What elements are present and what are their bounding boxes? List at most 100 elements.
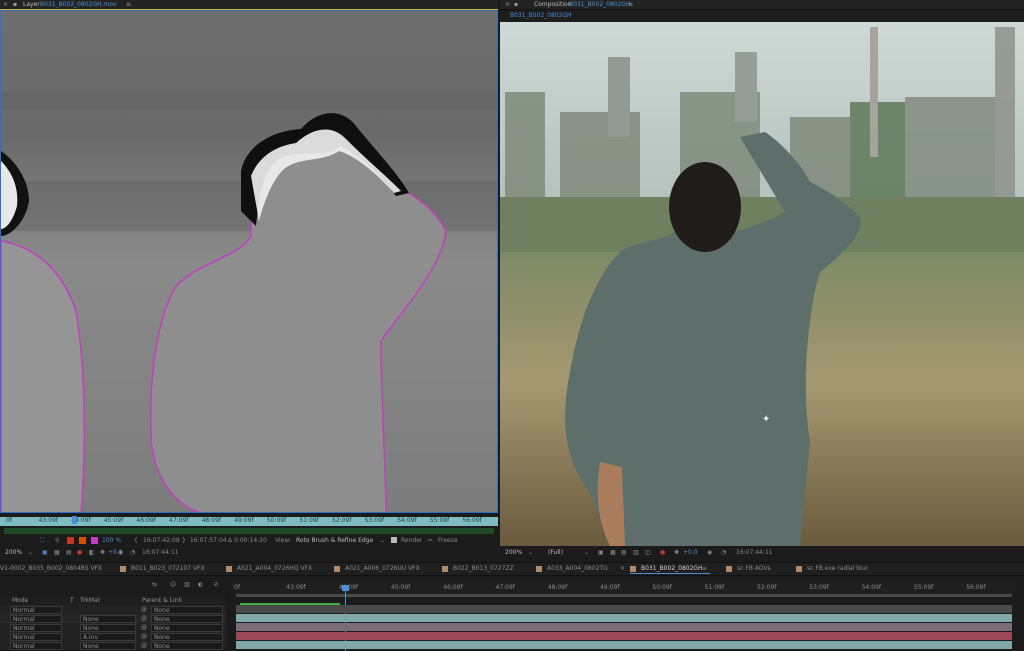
close-icon[interactable]: ×	[3, 1, 8, 8]
camera-icon[interactable]: ◉	[707, 549, 712, 556]
comp-tab[interactable]: V1-0002_B035_B002_0804BS VFX	[0, 565, 102, 572]
channel-icon[interactable]: ◧	[89, 549, 95, 556]
comp-subtab[interactable]: B031_B002_0802GH	[510, 12, 572, 19]
region-icon[interactable]: ▣	[598, 549, 604, 556]
mask-icon[interactable]: ▤	[66, 549, 72, 556]
comp-tab[interactable]: B011_B023_072107 VFX	[131, 565, 205, 572]
layer-row[interactable]: Normal None @ None	[0, 641, 226, 651]
comp-viewer[interactable]: ✦	[500, 22, 1024, 546]
offset-value[interactable]: +0.0	[683, 549, 698, 556]
freeze-icon[interactable]: ✂	[428, 537, 433, 544]
color-icon[interactable]: ●	[77, 549, 82, 556]
comp-name[interactable]: B031_B002_0802GH	[569, 1, 631, 8]
frame-blend-icon[interactable]: ▥	[184, 581, 190, 588]
red-swatch[interactable]	[67, 537, 74, 544]
graph-editor-icon[interactable]: ⧄	[214, 581, 218, 589]
mode-select[interactable]: Normal	[10, 633, 62, 641]
magenta-swatch[interactable]	[91, 537, 98, 544]
parent-select[interactable]: None	[151, 642, 223, 650]
parent-select[interactable]: None	[151, 615, 223, 623]
parent-select[interactable]: None	[151, 606, 223, 614]
pickwhip-icon[interactable]: @	[141, 615, 147, 622]
close-icon[interactable]: ×	[505, 1, 510, 8]
freeze-label[interactable]: Freeze	[438, 537, 458, 544]
motion-blur-icon[interactable]: ◐	[198, 581, 203, 588]
walk-icon[interactable]: ⚲	[55, 537, 59, 544]
pickwhip-icon[interactable]: @	[141, 606, 147, 613]
time-in[interactable]: 16:07:42:09	[143, 537, 180, 544]
current-time[interactable]: 16:07:44:11	[736, 549, 773, 556]
layer-filename[interactable]: B031_B002_0802GH.mov	[40, 1, 116, 8]
mode-select[interactable]: Normal	[10, 642, 62, 650]
timeline-playhead-handle[interactable]	[342, 585, 349, 591]
grid-icon[interactable]: ▦	[54, 549, 60, 556]
layer-playhead[interactable]	[72, 516, 77, 524]
pickwhip-icon[interactable]: @	[141, 624, 147, 631]
mode-select[interactable]: Normal	[10, 606, 62, 614]
chevron-down-icon[interactable]: ⌄	[380, 537, 385, 544]
current-time[interactable]: 16:07:44:11	[142, 549, 179, 556]
parent-select[interactable]: None	[151, 624, 223, 632]
layer-track[interactable]	[236, 632, 1012, 640]
resolution-dropdown[interactable]: (Full)	[548, 549, 563, 556]
time-out[interactable]: 16:07:57:04	[190, 537, 227, 544]
panel-menu-icon[interactable]: ≡	[126, 1, 131, 8]
show-snapshot-icon[interactable]: ◔	[130, 549, 135, 556]
bracket-out-icon[interactable]: }	[182, 537, 186, 544]
guides-icon[interactable]: ▥	[633, 549, 639, 556]
lock-icon[interactable]: ▪	[514, 1, 518, 8]
transparency-icon[interactable]: ◫	[645, 549, 651, 556]
render-checkbox[interactable]	[391, 537, 397, 543]
layer-viewer[interactable]	[0, 10, 498, 513]
trkmat-select[interactable]: None	[80, 642, 136, 650]
orange-swatch[interactable]	[79, 537, 86, 544]
panel-menu-icon[interactable]: ≡	[628, 1, 633, 8]
comp-tab-active[interactable]: B031_B002_0802GH	[641, 565, 703, 572]
chevron-down-icon[interactable]: ⌄	[528, 549, 533, 556]
layer-panel-label[interactable]: Layer	[23, 1, 40, 8]
pickwhip-icon[interactable]: @	[141, 633, 147, 640]
chevron-down-icon[interactable]: ⌄	[584, 549, 589, 556]
comp-tab-icon	[334, 566, 340, 572]
roto-icon[interactable]: ⛶	[40, 537, 44, 545]
comp-tab[interactable]: A021_A006_0726UU VFX	[345, 565, 420, 572]
layer-track[interactable]	[236, 605, 1012, 613]
comp-flowchart-icon[interactable]: ⇆	[152, 581, 157, 588]
exposure-icon[interactable]: ✺	[674, 549, 679, 556]
timeline-ruler[interactable]: 0f43:09f44:09f45:09f46:09f47:09f48:09f49…	[232, 582, 1016, 594]
layer-track[interactable]	[236, 641, 1012, 649]
mode-select[interactable]: Normal	[10, 615, 62, 623]
trkmat-select[interactable]: None	[80, 615, 136, 623]
comp-tab[interactable]: B022_B013_0727ZZ	[453, 565, 514, 572]
comp-tab[interactable]: sc FB.exe radial blur	[807, 565, 868, 572]
zoom-dropdown[interactable]: 200%	[5, 549, 22, 556]
mask-icon[interactable]: ▤	[621, 549, 627, 556]
bracket-in-icon[interactable]: {	[134, 537, 138, 544]
exposure-value[interactable]: 100 %	[102, 537, 121, 544]
chevron-down-icon[interactable]: ⌄	[28, 549, 33, 556]
comp-tab[interactable]: A033_A004_0802TG	[547, 565, 608, 572]
color-icon[interactable]: ●	[660, 549, 665, 556]
trkmat-select[interactable]: None	[80, 624, 136, 632]
parent-select[interactable]: None	[151, 633, 223, 641]
show-snapshot-icon[interactable]: ◔	[721, 549, 726, 556]
pickwhip-icon[interactable]: @	[141, 642, 147, 649]
view-dropdown[interactable]: Roto Brush & Refine Edge	[296, 537, 388, 544]
region-icon[interactable]: ▣	[42, 549, 48, 556]
lock-icon[interactable]: ▪	[13, 1, 17, 8]
comp-tab[interactable]: sc FB AOVs	[737, 565, 771, 572]
panel-menu-icon[interactable]: ≡	[702, 565, 707, 572]
shy-icon[interactable]: ☺	[170, 581, 176, 588]
comp-tab[interactable]: A021_A004_0726HQ VFX	[237, 565, 312, 572]
exposure-icon[interactable]: ✺	[100, 549, 105, 556]
trkmat-select[interactable]: A.Inv	[80, 633, 136, 641]
close-icon[interactable]: ×	[620, 565, 625, 572]
comp-panel-label[interactable]: Composition	[534, 1, 571, 8]
mode-select[interactable]: Normal	[10, 624, 62, 632]
grid-icon[interactable]: ▦	[610, 549, 616, 556]
layer-track[interactable]	[236, 614, 1012, 622]
camera-icon[interactable]: ◉	[118, 549, 123, 556]
work-area-bar[interactable]	[236, 594, 1012, 597]
zoom-dropdown[interactable]: 200%	[505, 549, 522, 556]
layer-track[interactable]	[236, 623, 1012, 631]
